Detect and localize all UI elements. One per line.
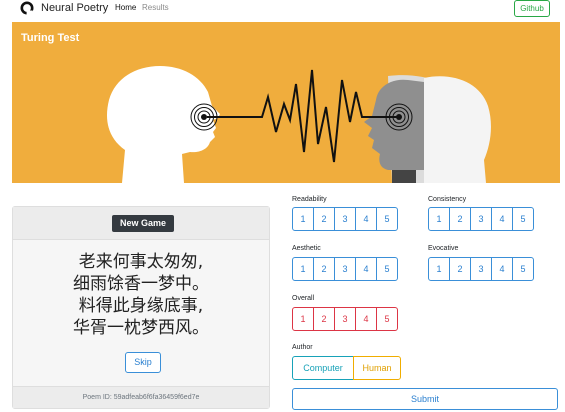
- new-game-button[interactable]: New Game: [112, 215, 174, 232]
- overall-option-2[interactable]: 2: [313, 307, 335, 331]
- aesthetic-option-1[interactable]: 1: [292, 257, 314, 281]
- poem-card-footer: Poem ID: 59adfeab6f6fa36459f6ed7e: [13, 386, 269, 408]
- consistency-option-5[interactable]: 5: [512, 207, 534, 231]
- consistency-option-4[interactable]: 4: [491, 207, 513, 231]
- consistency-label: Consistency: [428, 196, 467, 203]
- readability-option-3[interactable]: 3: [334, 207, 356, 231]
- navbar: Neural Poetry Home Results Github: [0, 0, 565, 17]
- poem-card-header: New Game: [13, 207, 269, 240]
- overall-rating: 1 2 3 4 5: [292, 307, 398, 331]
- skip-button[interactable]: Skip: [125, 352, 161, 373]
- aesthetic-option-3[interactable]: 3: [334, 257, 356, 281]
- aesthetic-rating: 1 2 3 4 5: [292, 257, 398, 281]
- hero-banner: Turing Test: [12, 22, 560, 183]
- poem-card: New Game 老来何事太匆匆, 细雨馀香一梦中。 料得此身缘底事, 华胥一枕…: [12, 206, 270, 409]
- aesthetic-option-4[interactable]: 4: [355, 257, 377, 281]
- overall-option-3[interactable]: 3: [334, 307, 356, 331]
- evocative-option-4[interactable]: 4: [491, 257, 513, 281]
- evocative-rating: 1 2 3 4 5: [428, 257, 534, 281]
- readability-option-1[interactable]: 1: [292, 207, 314, 231]
- brand-logo-icon: [20, 1, 34, 15]
- evocative-option-5[interactable]: 5: [512, 257, 534, 281]
- poem-text: 老来何事太匆匆, 细雨馀香一梦中。 料得此身缘底事, 华胥一枕梦西风。: [13, 251, 269, 339]
- nav-results-link[interactable]: Results: [142, 2, 169, 13]
- evocative-label: Evocative: [428, 245, 459, 252]
- consistency-option-2[interactable]: 2: [449, 207, 471, 231]
- readability-label: Readability: [292, 196, 327, 203]
- aesthetic-option-5[interactable]: 5: [376, 257, 398, 281]
- overall-option-1[interactable]: 1: [292, 307, 314, 331]
- aesthetic-option-2[interactable]: 2: [313, 257, 335, 281]
- author-computer-button[interactable]: Computer: [292, 356, 354, 380]
- nav-home-link[interactable]: Home: [115, 2, 136, 13]
- aesthetic-label: Aesthetic: [292, 245, 321, 252]
- poem-line: 细雨馀香一梦中。: [73, 274, 209, 294]
- overall-option-4[interactable]: 4: [355, 307, 377, 331]
- author-choice: Computer Human: [292, 356, 401, 380]
- brand-name[interactable]: Neural Poetry: [41, 1, 108, 15]
- poem-id: Poem ID: 59adfeab6f6fa36459f6ed7e: [82, 394, 200, 401]
- hero-title: Turing Test: [21, 32, 80, 44]
- readability-option-4[interactable]: 4: [355, 207, 377, 231]
- readability-rating: 1 2 3 4 5: [292, 207, 398, 231]
- poem-line: 老来何事太匆匆,: [78, 252, 204, 272]
- turing-test-illustration: [106, 66, 491, 183]
- consistency-rating: 1 2 3 4 5: [428, 207, 534, 231]
- author-label: Author: [292, 344, 313, 351]
- github-button[interactable]: Github: [514, 0, 550, 17]
- submit-button[interactable]: Submit: [292, 388, 558, 410]
- evocative-option-2[interactable]: 2: [449, 257, 471, 281]
- author-human-button[interactable]: Human: [353, 356, 401, 380]
- poem-line: 料得此身缘底事,: [78, 296, 204, 316]
- evocative-option-3[interactable]: 3: [470, 257, 492, 281]
- overall-option-5[interactable]: 5: [376, 307, 398, 331]
- poem-line: 华胥一枕梦西风。: [73, 318, 209, 338]
- overall-label: Overall: [292, 295, 315, 302]
- readability-option-5[interactable]: 5: [376, 207, 398, 231]
- readability-option-2[interactable]: 2: [313, 207, 335, 231]
- consistency-option-3[interactable]: 3: [470, 207, 492, 231]
- consistency-option-1[interactable]: 1: [428, 207, 450, 231]
- evocative-option-1[interactable]: 1: [428, 257, 450, 281]
